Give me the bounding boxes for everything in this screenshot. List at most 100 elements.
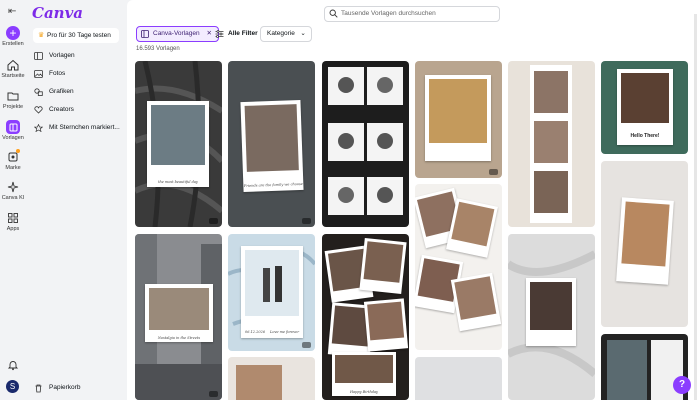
template-card[interactable] [228,357,315,400]
template-card[interactable] [508,234,595,400]
photo [149,288,209,330]
search-input[interactable]: Tausende Vorlagen durchsuchen [324,6,500,22]
all-filters-label: Alle Filter [228,30,258,37]
search-icon [329,9,338,18]
category-label: Kategorie [267,30,295,37]
scrollbar[interactable] [694,14,697,400]
collapse-sidebar-icon[interactable]: ⇤ [8,6,16,17]
notification-bell-icon[interactable] [7,359,19,371]
home-icon [7,59,19,71]
polaroid-frame: the most beautiful day [147,101,209,187]
crown-icon: ♛ [38,32,45,39]
template-card[interactable] [415,61,502,178]
photo-strip [530,65,572,223]
polaroid-frame: Happy Birthday [332,352,396,396]
template-icon [34,52,43,60]
photo [245,250,299,316]
polaroid-frame [446,198,498,258]
nav-photos[interactable]: Fotos [33,68,123,80]
card-caption-text: Love me forever [270,330,299,335]
nav-starred-label: Mit Sternchen markiert... [49,124,120,131]
template-card[interactable]: the most beautiful day [135,61,222,227]
template-card[interactable] [601,161,688,327]
person-figure [275,266,282,302]
canva-logo[interactable]: Canva [32,4,83,22]
template-card[interactable]: 06.12.2026 Love me forever [228,234,315,351]
chevron-down-icon: ⌄ [300,30,306,37]
rail-templates-label: Vorlagen [2,135,24,141]
rail-brand[interactable]: Marke [0,150,26,171]
template-icon [6,120,20,134]
chip-canva-templates-label: Canva-Vorlagen [153,30,200,37]
all-filters-button[interactable]: Alle Filter [211,26,265,42]
polaroid-frame [363,298,409,352]
pro-badge [302,218,311,224]
pro-badge [302,342,311,348]
card-caption: the most beautiful day [158,179,198,184]
photo-strip-grid [328,67,403,215]
result-count: 16.593 Vorlagen [136,46,180,52]
filter-icon [215,30,224,38]
card-caption: Happy Birthday [349,390,379,395]
photo [236,365,282,400]
nav-templates[interactable]: Vorlagen [33,50,123,62]
main-content: Tausende Vorlagen durchsuchen Canva-Vorl… [127,0,700,400]
template-card[interactable] [508,61,595,227]
rail-home[interactable]: Startseite [0,58,26,79]
search-placeholder: Tausende Vorlagen durchsuchen [341,10,436,17]
template-card[interactable] [415,184,502,350]
rail-templates[interactable]: Vorlagen [0,120,26,141]
polaroid-frame [526,278,576,346]
trash-button[interactable]: Papierkorb [33,382,80,394]
photo [530,282,572,330]
pro-trial-button[interactable]: ♛ Pro für 30 Tage testen [33,28,119,43]
template-card[interactable] [322,61,409,227]
pro-badge [209,218,218,224]
rail-canva-ai[interactable]: Canva KI [0,180,26,201]
rail-create-label: Erstellen [2,41,24,47]
polaroid-frame [616,197,674,285]
nav-graphics[interactable]: Grafiken [33,86,123,98]
template-card[interactable] [415,357,502,400]
card-caption: Friends are the family we choose [243,182,303,189]
photo [335,355,393,383]
trash-icon [35,384,42,393]
pro-trial-label: Pro für 30 Tage testen [47,32,111,39]
trash-label: Papierkorb [49,384,81,391]
template-icon [141,30,149,38]
rail-home-label: Startseite [1,73,25,79]
polaroid-frame: Nostalgia in the Streets [145,284,213,342]
nav-starred[interactable]: Mit Sternchen markiert... [33,122,123,134]
polaroid-frame [450,272,502,332]
brand-notification-dot [16,149,20,153]
star-icon [34,124,43,132]
category-dropdown[interactable]: Kategorie ⌄ [260,26,312,42]
nav-photos-label: Fotos [49,70,66,77]
polaroid-frame: 06.12.2026 Love me forever [241,246,303,338]
photo [367,301,404,341]
photo [363,241,403,283]
templates-panel: ♛ Pro für 30 Tage testen Vorlagen Fotos … [27,22,125,400]
photo [621,201,670,267]
photo [429,79,487,143]
template-card[interactable]: Friends are the family we choose [228,61,315,227]
template-card[interactable]: Nostalgia in the Streets [135,234,222,400]
polaroid-frame: Friends are the family we choose [240,99,304,193]
rail-create[interactable]: + Erstellen [0,26,26,47]
card-caption: Nostalgia in the Streets [157,335,201,340]
shapes-icon [34,88,43,96]
template-card[interactable]: Happy Birthday [322,234,409,400]
rail-apps-label: Apps [6,226,20,232]
nav-creators[interactable]: Creators [33,104,123,116]
user-avatar[interactable]: S [6,380,19,393]
rail-apps[interactable]: Apps [0,211,26,232]
rail-projects[interactable]: Projekte [0,89,26,110]
help-button[interactable]: ? [673,376,691,394]
photo [621,73,669,123]
heart-icon [34,106,43,114]
nav-creators-label: Creators [49,106,74,113]
rail-canva-ai-label: Canva KI [1,195,25,201]
apps-icon [8,213,18,223]
template-card[interactable]: Hello There! [601,61,688,154]
chip-canva-templates[interactable]: Canva-Vorlagen ✕ [136,26,219,42]
